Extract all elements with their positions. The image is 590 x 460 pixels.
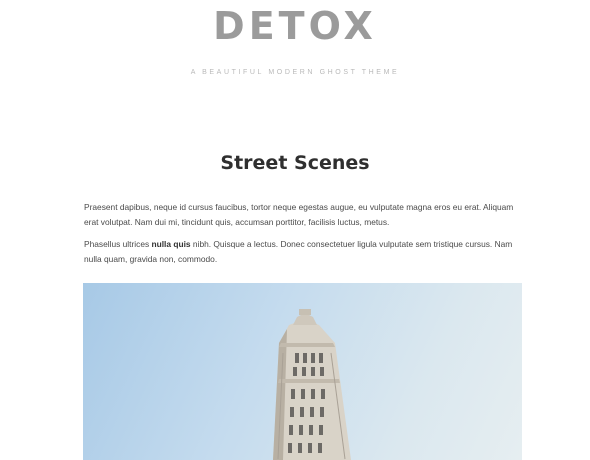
bold-text: nulla quis bbox=[151, 239, 191, 249]
post-paragraph-1: Praesent dapibus, neque id cursus faucib… bbox=[84, 202, 514, 227]
site-header: DETOX A BEAUTIFUL MODERN GHOST THEME bbox=[0, 0, 590, 90]
site-logo[interactable]: DETOX bbox=[0, 4, 590, 48]
site-tagline: A BEAUTIFUL MODERN GHOST THEME bbox=[190, 69, 400, 76]
post-title: Street Scenes bbox=[220, 152, 370, 174]
post-paragraph-2: Phasellus ultrices nulla quis nibh. Quis… bbox=[84, 237, 524, 266]
paragraph-text: Phasellus ultrices bbox=[84, 239, 152, 249]
post-content: Praesent dapibus, neque id cursus faucib… bbox=[84, 200, 524, 274]
post-hero-image bbox=[83, 283, 522, 460]
flatiron-building-photo bbox=[273, 309, 351, 460]
